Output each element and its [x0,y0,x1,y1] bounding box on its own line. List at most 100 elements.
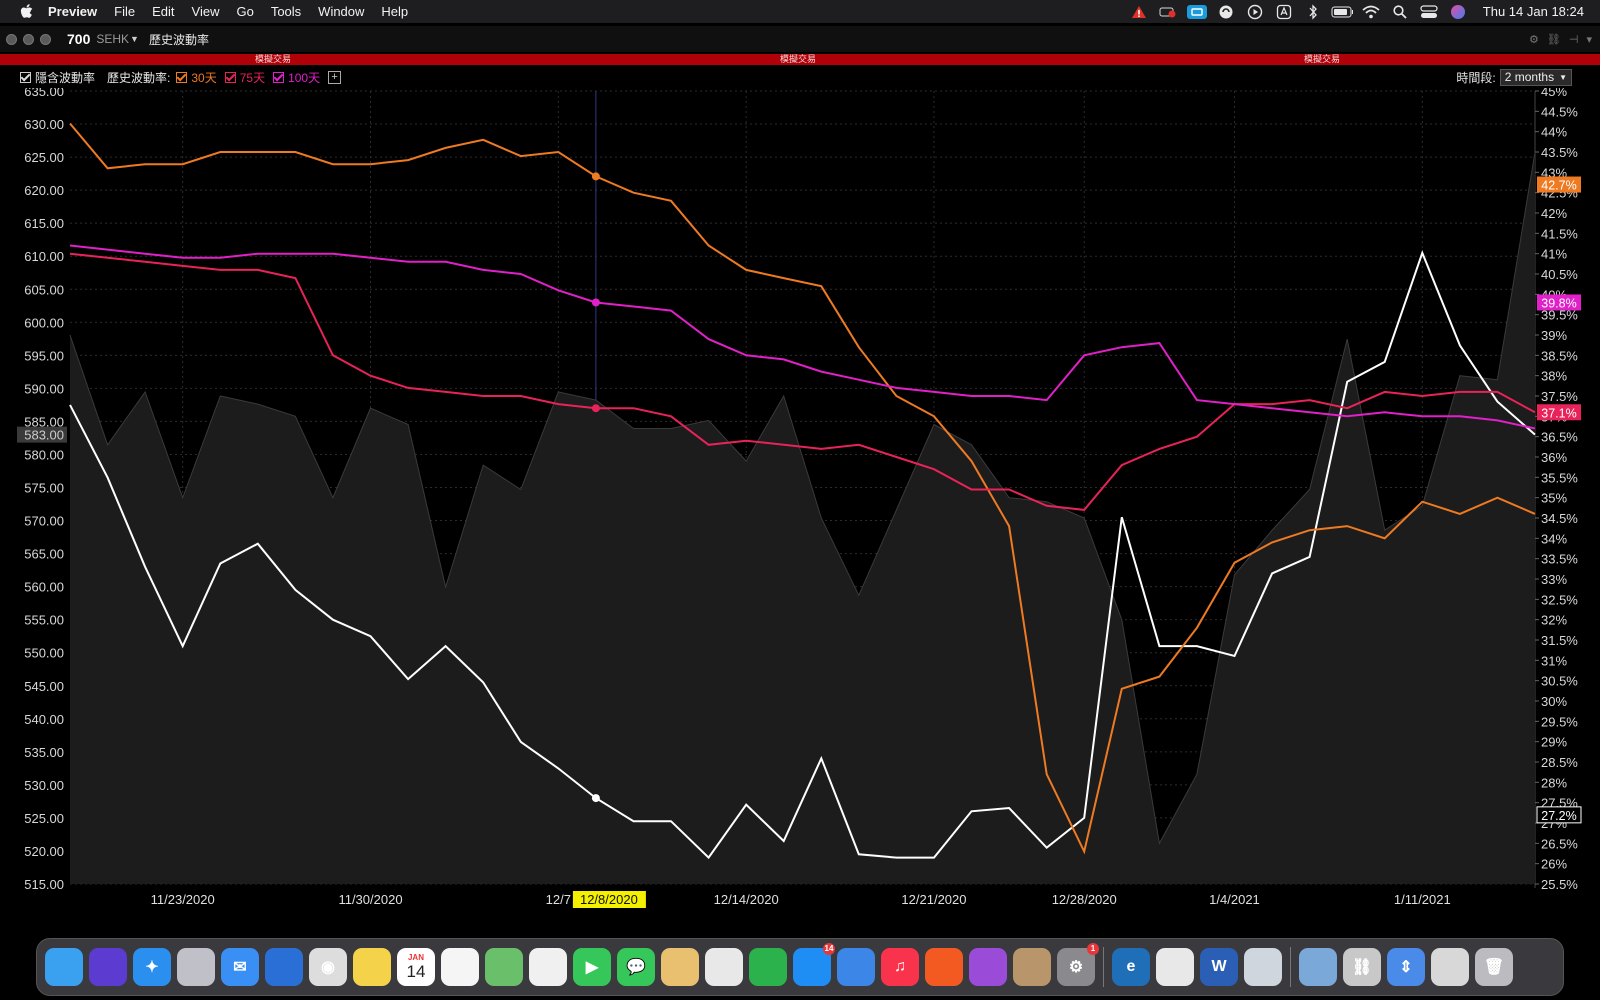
bluetooth-icon[interactable] [1302,0,1324,23]
menu-go[interactable]: Go [236,4,253,19]
vol-100-toggle[interactable]: 100天 [273,69,320,86]
app-store-icon[interactable] [1273,0,1295,23]
keyboard-icon[interactable] [1431,948,1469,986]
folder-icon[interactable] [1299,948,1337,986]
word-icon[interactable]: W [1200,948,1238,986]
apple-icon[interactable] [20,4,34,20]
chrome-icon[interactable]: ◉ [309,948,347,986]
wifi-icon[interactable] [1360,0,1382,23]
facetime-icon[interactable]: ▶ [573,948,611,986]
x-tick-label: 12/7 [546,892,571,907]
settings-icon[interactable]: ⚙ [1529,33,1539,46]
checkbox-implied[interactable] [20,71,31,83]
edge-icon[interactable]: e [1112,948,1150,986]
podcasts-icon[interactable] [969,948,1007,986]
left-tick-label: 580.00 [24,447,64,462]
x-tick-label: 12/14/2020 [714,892,779,907]
menu-view[interactable]: View [192,4,220,19]
simulated-trading-banner: 模擬交易 模擬交易 模擬交易 [0,54,1600,65]
play-icon[interactable] [1244,0,1266,23]
pin-icon[interactable]: ⊣ [1569,33,1579,46]
right-tick-label: 38.5% [1541,348,1578,363]
current-price-tag: 583.00 [24,428,64,443]
trader-icon[interactable] [705,948,743,986]
battery-icon[interactable] [1331,0,1353,23]
vol-30-toggle[interactable]: 30天 [176,69,217,86]
period-control: 時間段: 2 months ▼ [1456,67,1572,87]
add-series-button[interactable]: + [328,70,342,84]
launchpad-icon[interactable] [177,948,215,986]
window-header: 700 SEHK ▼ 歷史波動率 ⚙ ⛓ ⊣ ▾ [0,26,1600,52]
period-select[interactable]: 2 months ▼ [1499,68,1572,86]
left-tick-label: 620.00 [24,183,64,198]
menu-file[interactable]: File [114,4,135,19]
messages-icon[interactable]: 💬 [617,948,655,986]
keynote-icon[interactable] [837,948,875,986]
battery-status-icon[interactable] [1157,0,1179,23]
window-tools: ⚙ ⛓ ⊣ ▾ [1521,26,1592,52]
safari-icon[interactable]: ✦ [133,948,171,986]
maps-icon[interactable] [485,948,523,986]
menu-app-name[interactable]: Preview [48,4,97,19]
menu-edit[interactable]: Edit [152,4,174,19]
checkbox-100[interactable] [273,71,285,83]
menu-caret-icon[interactable]: ▾ [1586,33,1592,46]
link-icon[interactable]: ⛓ [1547,33,1561,46]
finder-icon[interactable] [45,948,83,986]
menu-tools[interactable]: Tools [271,4,301,19]
window-zoom-button[interactable] [40,33,51,45]
airdrop-icon[interactable] [265,948,303,986]
updown-icon[interactable]: ⇕ [1387,948,1425,986]
appstore-icon[interactable]: 14 [793,943,835,986]
right-tick-label: 32% [1541,613,1567,628]
calendar-icon[interactable]: JAN 14 [397,948,435,986]
x-tick-label: 12/28/2020 [1052,892,1117,907]
screenshot-icon[interactable] [1244,948,1282,986]
right-tick-label: 33% [1541,572,1567,587]
exchange-label[interactable]: SEHK [96,32,129,46]
numbers-icon[interactable] [749,948,787,986]
settings-icon[interactable]: ⚙ 1 [1057,943,1099,986]
vol-75-toggle[interactable]: 75天 [224,69,265,86]
x-tick-label: 11/30/2020 [338,892,402,907]
right-tick-label: 34.5% [1541,511,1578,526]
control-center-icon[interactable] [1418,0,1440,23]
sync-icon[interactable] [1215,0,1237,23]
window-minimize-button[interactable] [23,33,34,45]
screen-mirror-icon[interactable] [1186,0,1208,23]
menu-help[interactable]: Help [381,4,408,19]
volatility-chart[interactable]: 635.00 630.00 625.00 620.00 615.00 610.00 605.… [0,88,1600,918]
preview-icon[interactable] [661,948,699,986]
notification-badge: 14 [823,943,835,955]
menu-clock[interactable]: Thu 14 Jan 18:24 [1483,4,1584,19]
mail-icon[interactable]: ✉ [221,948,259,986]
left-tick-label: 590.00 [24,381,64,396]
menu-window[interactable]: Window [318,4,364,19]
reminders-icon[interactable] [441,948,479,986]
left-tick-label: 520.00 [24,844,64,859]
chart-canvas[interactable]: 635.00 630.00 625.00 620.00 615.00 610.00 605.… [0,88,1600,918]
photos-icon[interactable] [529,948,567,986]
textedit-icon[interactable] [1156,948,1194,986]
warning-icon[interactable] [1128,0,1150,23]
window-close-button[interactable] [6,33,17,45]
search-icon[interactable] [1389,0,1411,23]
right-tick-label: 41% [1541,247,1567,262]
siri-icon[interactable] [1447,0,1469,23]
music-icon[interactable]: ♫ [881,948,919,986]
notes-icon[interactable] [353,948,391,986]
status-area: Thu 14 Jan 18:24 [1121,0,1600,23]
brave-icon[interactable] [925,948,963,986]
implied-vol-toggle[interactable]: 隱含波動率 [20,69,95,86]
right-tick-label: 31% [1541,653,1567,668]
trash-icon[interactable]: 🗑 [1475,948,1513,986]
calendar-month: JAN [407,952,424,962]
link-icon[interactable]: ⛓ [1343,948,1381,986]
contacts-icon[interactable] [1013,948,1051,986]
siri-icon[interactable] [89,948,127,986]
chevron-down-icon[interactable]: ▼ [130,34,139,44]
crosshair-marker-vol75 [591,404,600,413]
checkbox-75[interactable] [224,71,236,83]
symbol-label[interactable]: 700 [67,31,90,47]
checkbox-30[interactable] [176,71,188,83]
